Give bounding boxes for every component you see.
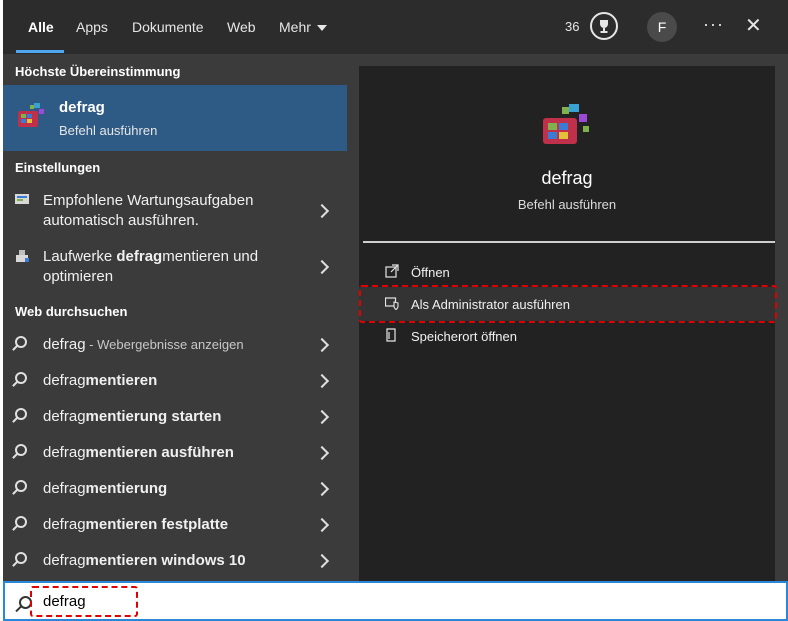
- search-window: Alle Apps Dokumente Web Mehr 36 F ··· ✕ …: [3, 0, 788, 621]
- action-label: Öffnen: [411, 265, 450, 280]
- chevron-right-icon: [314, 517, 330, 533]
- chevron-right-icon: [314, 481, 330, 497]
- web-suggestion-item[interactable]: defragmentieren ausführen: [3, 436, 347, 470]
- search-icon: [15, 552, 27, 564]
- avatar[interactable]: F: [647, 12, 677, 42]
- settings-heading: Einstellungen: [15, 160, 101, 175]
- results-list: Höchste Übereinstimmung defrag Befehl au…: [3, 54, 347, 581]
- chevron-right-icon: [314, 259, 330, 275]
- more-options-icon[interactable]: ···: [703, 14, 724, 35]
- action-open-file-location[interactable]: Speicherort öffnen: [359, 319, 775, 353]
- preview-subtitle: Befehl ausführen: [517, 197, 617, 212]
- action-label: Speicherort öffnen: [411, 329, 517, 344]
- tab-all[interactable]: Alle: [28, 19, 54, 35]
- chevron-right-icon: [314, 553, 330, 569]
- search-icon: [15, 336, 27, 348]
- web-suggestion-item[interactable]: defragmentieren festplatte: [3, 508, 347, 542]
- maintenance-settings-icon: [15, 194, 29, 204]
- web-suggestion-item[interactable]: defragmentieren: [3, 364, 347, 398]
- preview-pane: defrag Befehl ausführen Öffnen Als Admin…: [359, 66, 777, 581]
- web-suggestion-label: defragmentieren windows 10: [43, 552, 246, 569]
- best-match-item[interactable]: defrag Befehl ausführen: [3, 85, 347, 151]
- settings-item-label: Empfohlene Wartungsaufgaben automatisch a…: [43, 192, 254, 229]
- annotation-highlight-box: [30, 586, 138, 617]
- rewards-points: 36: [565, 19, 580, 34]
- web-suggestion-label: defrag - Webergebnisse anzeigen: [43, 336, 244, 353]
- tab-more-label: Mehr: [279, 19, 311, 35]
- web-suggestion-label: defragmentieren: [43, 372, 158, 389]
- open-icon: [385, 264, 399, 278]
- divider: [363, 241, 775, 243]
- drive-optimize-icon: [16, 250, 29, 262]
- best-match-title: defrag: [59, 99, 105, 116]
- web-suggestion-item[interactable]: defragmentierung: [3, 472, 347, 506]
- top-bar: Alle Apps Dokumente Web Mehr 36 F ··· ✕: [3, 0, 788, 54]
- web-suggestion-label: defragmentieren festplatte: [43, 516, 229, 533]
- chevron-right-icon: [314, 445, 330, 461]
- chevron-down-icon: [316, 25, 327, 32]
- settings-item-label: Laufwerke defragmentieren und optimieren: [43, 248, 259, 285]
- preview-title: defrag: [541, 168, 593, 188]
- search-icon: [15, 444, 27, 456]
- close-icon[interactable]: ✕: [745, 13, 762, 38]
- settings-item-defrag-drives[interactable]: Laufwerke defragmentieren und optimieren: [3, 242, 347, 292]
- chevron-right-icon: [314, 373, 330, 389]
- web-suggestion-item[interactable]: defrag - Webergebnisse anzeigen: [3, 328, 347, 362]
- best-match-heading: Höchste Übereinstimmung: [15, 64, 181, 79]
- web-suggestion-label: defragmentieren ausführen: [43, 444, 234, 461]
- chevron-right-icon: [314, 337, 330, 353]
- annotation-highlight-box: [359, 285, 777, 323]
- web-suggestion-item[interactable]: defragmentieren windows 10: [3, 544, 347, 578]
- trophy-icon[interactable]: [590, 12, 618, 40]
- settings-item-maintenance[interactable]: Empfohlene Wartungsaufgaben automatisch a…: [3, 186, 347, 236]
- defrag-app-icon-large: [543, 104, 589, 144]
- chevron-right-icon: [314, 203, 330, 219]
- action-open[interactable]: Öffnen: [359, 255, 775, 289]
- web-suggestion-label: defragmentierung starten: [43, 408, 222, 425]
- search-icon: [15, 372, 27, 384]
- best-match-subtitle: Befehl ausführen: [59, 123, 158, 138]
- tab-more[interactable]: Mehr: [279, 19, 327, 35]
- tab-web[interactable]: Web: [227, 19, 256, 35]
- defrag-app-icon: [18, 103, 44, 127]
- web-search-heading: Web durchsuchen: [15, 304, 128, 319]
- active-tab-indicator: [16, 50, 64, 53]
- tab-documents[interactable]: Dokumente: [132, 19, 204, 35]
- search-icon: [15, 516, 27, 528]
- tab-apps[interactable]: Apps: [76, 19, 108, 35]
- file-location-icon: [386, 328, 396, 342]
- search-icon: [15, 408, 27, 420]
- search-icon: [15, 480, 27, 492]
- chevron-right-icon: [314, 409, 330, 425]
- web-suggestion-item[interactable]: defragmentierung starten: [3, 400, 347, 434]
- web-suggestion-label: defragmentierung: [43, 480, 168, 497]
